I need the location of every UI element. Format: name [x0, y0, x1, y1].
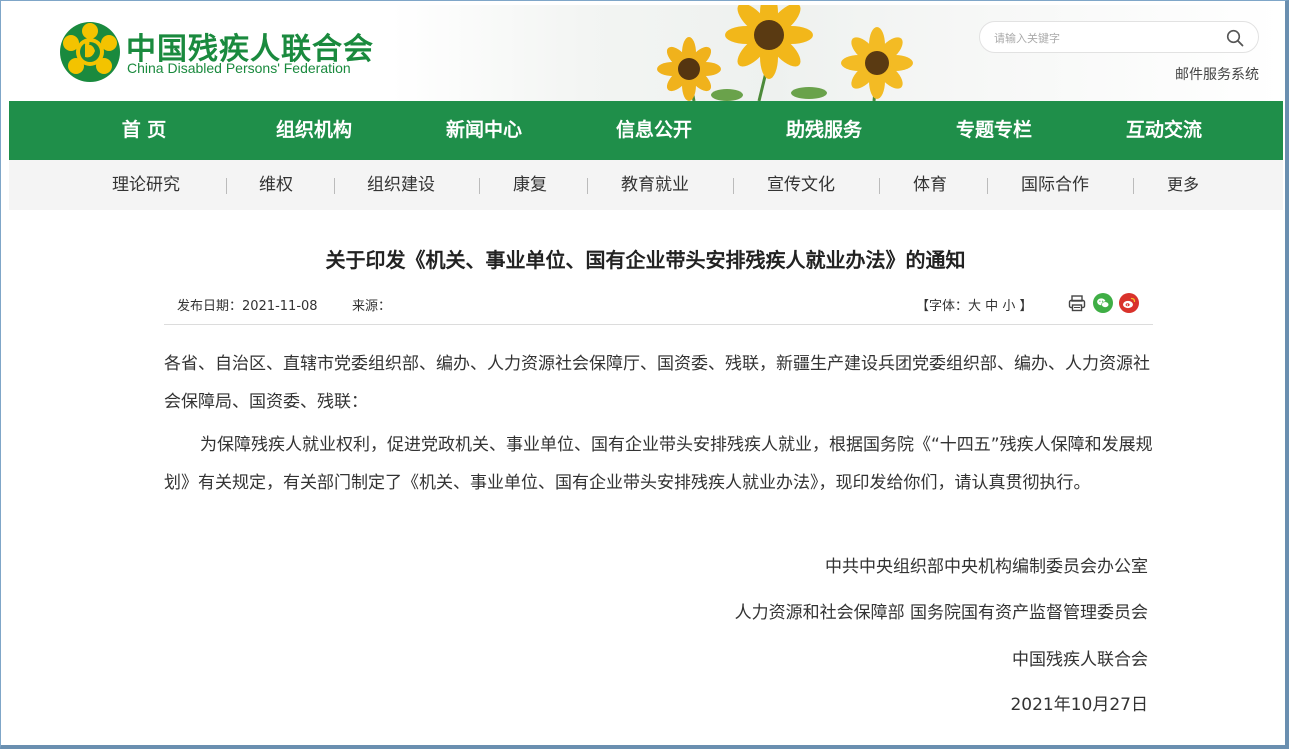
sub-nav-item-culture[interactable]: 宣传文化 [767, 160, 835, 210]
nav-item-home[interactable]: 首 页 [59, 101, 229, 160]
nav-item-topics[interactable]: 专题专栏 [909, 101, 1079, 160]
sub-nav-divider [479, 178, 480, 194]
sub-nav-item-theory[interactable]: 理论研究 [112, 160, 180, 210]
nav-item-news[interactable]: 新闻中心 [399, 101, 569, 160]
article-paragraph-recipients: 各省、自治区、直辖市党委组织部、编办、人力资源社会保障厅、国资委、残联，新疆生产… [164, 354, 1150, 412]
sub-nav-item-international[interactable]: 国际合作 [1021, 160, 1089, 210]
browser-frame: 中国残疾人联合会 China Disabled Persons' Federat… [0, 0, 1289, 749]
sunflower-banner-image [657, 5, 913, 101]
font-size-medium-button[interactable]: 中 [985, 299, 998, 314]
wechat-icon[interactable] [1093, 293, 1113, 313]
site-logo-en[interactable]: China Disabled Persons' Federation [127, 60, 351, 76]
nav-item-interaction[interactable]: 互动交流 [1079, 101, 1249, 160]
mail-system-link[interactable]: 邮件服务系统 [1175, 64, 1259, 84]
nav-item-organization[interactable]: 组织机构 [229, 101, 399, 160]
font-size-large-button[interactable]: 大 [968, 299, 981, 314]
meta-divider [164, 324, 1153, 325]
sub-nav: 理论研究 维权 组织建设 康复 教育就业 宣传文化 体育 国际合作 更多 [9, 160, 1283, 210]
sub-nav-divider [879, 178, 880, 194]
site-header: 中国残疾人联合会 China Disabled Persons' Federat… [9, 5, 1283, 101]
weibo-icon[interactable] [1119, 293, 1139, 313]
sub-nav-divider [987, 178, 988, 194]
sub-nav-item-sports[interactable]: 体育 [913, 160, 947, 210]
cdpf-emblem-icon[interactable] [59, 21, 121, 83]
print-icon[interactable] [1067, 293, 1087, 313]
share-bar [1067, 293, 1139, 313]
search-input[interactable] [994, 28, 1214, 48]
signature-issuer-3: 中国残疾人联合会 [1012, 650, 1148, 670]
article-paragraph-body: 为保障残疾人就业权利，促进党政机关、事业单位、国有企业带头安排残疾人就业，根据国… [164, 435, 1153, 493]
sub-nav-divider [226, 178, 227, 194]
sub-nav-divider [587, 178, 588, 194]
sub-nav-item-rights[interactable]: 维权 [259, 160, 293, 210]
sub-nav-divider [733, 178, 734, 194]
font-size-suffix: 】 [1019, 299, 1033, 314]
font-size-small-button[interactable]: 小 [1002, 299, 1015, 314]
nav-item-services[interactable]: 助残服务 [739, 101, 909, 160]
sub-nav-divider [334, 178, 335, 194]
main-nav: 首 页 组织机构 新闻中心 信息公开 助残服务 专题专栏 互动交流 [9, 101, 1283, 160]
sub-nav-item-more[interactable]: 更多 [1167, 160, 1199, 210]
font-size-control: 【字体：大 中 小 】 [916, 295, 1033, 314]
sub-nav-item-rehab[interactable]: 康复 [513, 160, 547, 210]
font-size-prefix: 【字体： [916, 299, 969, 314]
sub-nav-item-org-building[interactable]: 组织建设 [367, 160, 435, 210]
publish-date: 发布日期：2021-11-08 [177, 299, 318, 314]
search-icon[interactable] [1226, 29, 1244, 47]
article-source: 来源： [352, 299, 392, 314]
sub-nav-item-education[interactable]: 教育就业 [621, 160, 689, 210]
search-box [979, 21, 1259, 53]
sub-nav-divider [1133, 178, 1134, 194]
nav-item-info-disclosure[interactable]: 信息公开 [569, 101, 739, 160]
signature-issuer-1: 中共中央组织部中央机构编制委员会办公室 [825, 557, 1148, 577]
signature-date: 2021年10月27日 [1010, 695, 1148, 715]
signature-issuer-2: 人力资源和社会保障部 国务院国有资产监督管理委员会 [734, 603, 1148, 623]
article-title: 关于印发《机关、事业单位、国有企业带头安排残疾人就业办法》的通知 [325, 248, 966, 272]
